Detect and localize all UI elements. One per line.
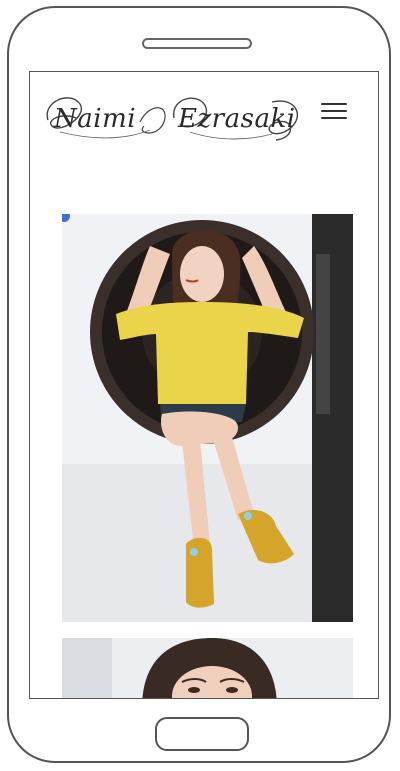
screen: Naimi Ezrasaki xyxy=(29,71,379,699)
home-button[interactable] xyxy=(155,717,249,751)
phone-frame: Naimi Ezrasaki xyxy=(7,6,391,763)
gallery-photo-main[interactable] xyxy=(62,214,353,622)
site-header: Naimi Ezrasaki xyxy=(30,72,378,162)
speaker-slot xyxy=(142,38,252,49)
gallery-photo-second[interactable] xyxy=(62,638,353,698)
logo-first-name: Naimi xyxy=(54,104,137,134)
woman-in-dryer-image xyxy=(62,214,353,622)
hamburger-icon[interactable] xyxy=(319,99,349,123)
menu-line xyxy=(321,103,347,105)
logo-last-name: Ezrasaki xyxy=(178,104,296,134)
menu-line xyxy=(321,117,347,119)
site-logo[interactable]: Naimi Ezrasaki xyxy=(40,82,302,152)
woman-portrait-image xyxy=(62,638,353,698)
menu-line xyxy=(321,110,347,112)
